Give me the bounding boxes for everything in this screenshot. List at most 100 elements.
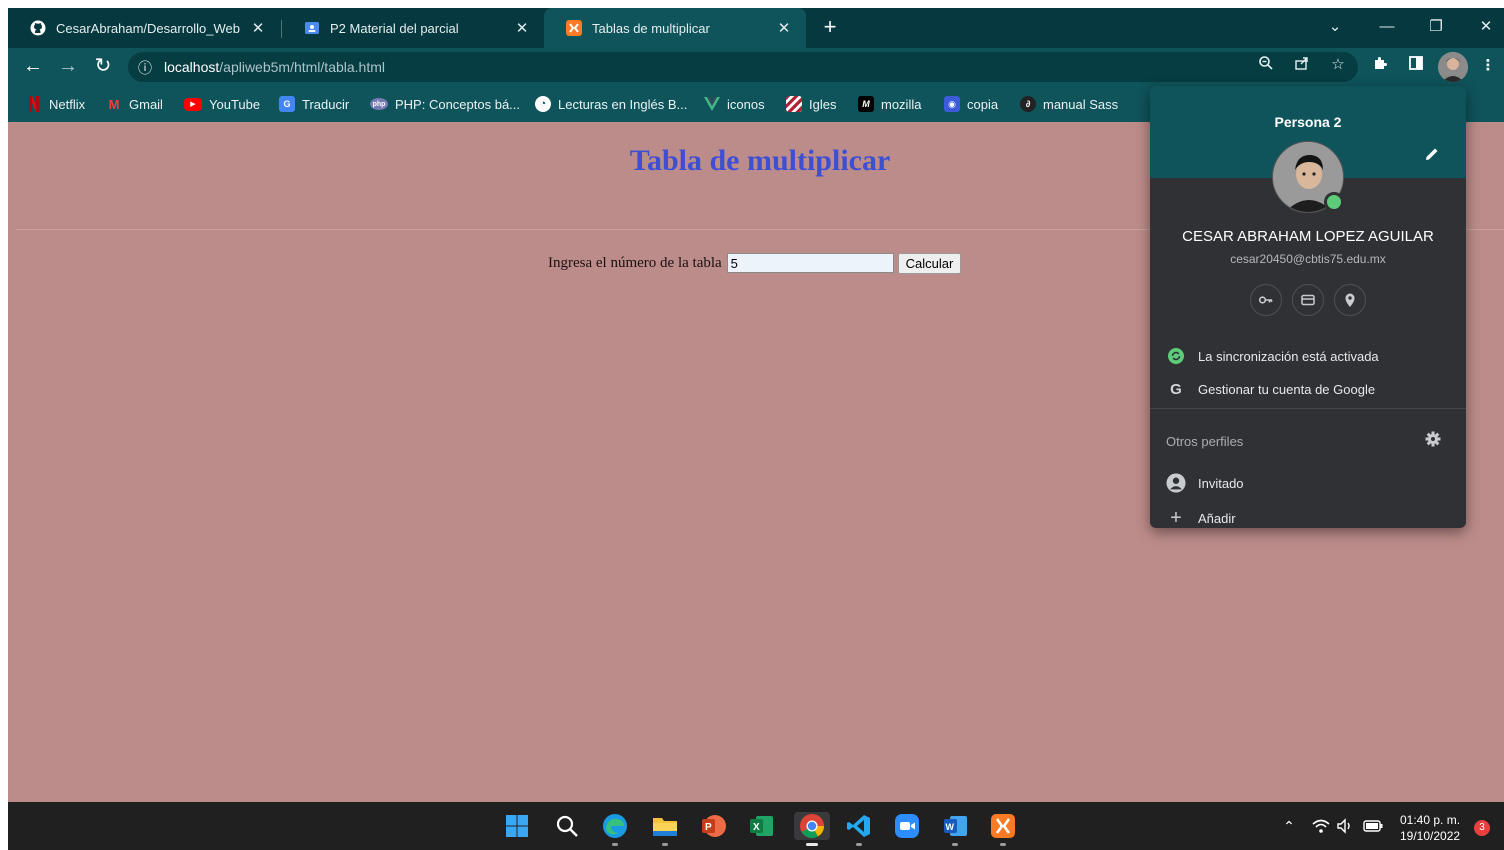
bookmark-traducir[interactable]: G Traducir <box>279 95 349 113</box>
word-icon[interactable]: W <box>940 812 970 846</box>
svg-text:X: X <box>753 822 760 833</box>
edge-icon[interactable] <box>600 812 630 846</box>
vscode-icon[interactable] <box>844 812 874 846</box>
tray-overflow-icon[interactable]: ⌃ <box>1274 812 1304 840</box>
windows-start-icon[interactable] <box>502 812 532 840</box>
forward-button[interactable]: → <box>55 54 81 80</box>
bookmark-sass[interactable]: ∂ manual Sass <box>1020 95 1118 113</box>
other-profiles-label: Otros perfiles <box>1166 434 1244 449</box>
passwords-button[interactable] <box>1250 284 1282 316</box>
translate-icon: G <box>279 96 295 112</box>
side-panel-icon[interactable] <box>1404 55 1428 79</box>
bookmark-copia[interactable]: ◉ copia <box>944 95 998 113</box>
key-icon <box>1258 296 1273 304</box>
excel-icon[interactable]: X <box>746 812 776 840</box>
chrome-icon[interactable] <box>794 812 830 846</box>
profile-name: Persona 2 <box>1274 114 1342 130</box>
account-full-name: CESAR ABRAHAM LOPEZ AGUILAR <box>1182 228 1434 245</box>
tab-title: CesarAbraham/Desarrollo_Web <box>56 20 241 36</box>
gear-icon[interactable] <box>1424 430 1444 450</box>
form-label: Ingresa el número de la tabla <box>548 254 722 271</box>
copy-icon: ◉ <box>944 96 960 112</box>
classroom-icon <box>304 20 320 36</box>
active-indicator <box>806 843 818 846</box>
zoom-icon[interactable] <box>1254 55 1278 79</box>
search-icon[interactable] <box>552 812 582 840</box>
running-indicator <box>1000 843 1006 846</box>
windows-taskbar: P X W ⌃ 01:40 p. m. 19/10/2022 3 <box>8 802 1504 850</box>
netflix-icon <box>26 96 42 112</box>
add-profile-row[interactable]: + Añadir <box>1166 506 1235 529</box>
extensions-icon[interactable] <box>1368 55 1392 79</box>
bookmark-lecturas[interactable]: ◔ Lecturas en Inglés B... <box>535 95 687 113</box>
flag-icon <box>786 96 802 112</box>
calculate-button[interactable]: Calcular <box>897 252 962 274</box>
bookmark-php[interactable]: php PHP: Conceptos bá... <box>370 95 520 113</box>
tab-search-button[interactable]: ⌄ <box>1320 14 1350 42</box>
close-icon[interactable]: ✕ <box>248 19 268 37</box>
info-icon[interactable]: ⓘ <box>138 58 152 78</box>
vue-icon <box>704 96 720 112</box>
location-pin-icon <box>1345 293 1355 307</box>
php-icon: php <box>370 98 388 110</box>
new-tab-button[interactable]: + <box>816 15 844 41</box>
sync-badge-icon <box>1324 192 1344 212</box>
bookmark-mozilla[interactable]: M mozilla <box>858 95 921 113</box>
minimize-button[interactable]: — <box>1372 14 1402 42</box>
tab-strip: CesarAbraham/Desarrollo_Web ✕ P2 Materia… <box>8 8 1504 48</box>
powerpoint-icon[interactable]: P <box>698 812 728 840</box>
bookmark-iconos[interactable]: iconos <box>704 95 765 113</box>
bookmark-igles[interactable]: Igles <box>786 95 836 113</box>
volume-icon[interactable] <box>1330 812 1360 840</box>
github-icon <box>30 20 46 36</box>
menu-icon[interactable]: ⋮ <box>1476 55 1500 79</box>
battery-icon[interactable] <box>1358 812 1388 840</box>
restore-button[interactable]: ❐ <box>1421 14 1451 42</box>
close-icon[interactable]: ✕ <box>774 19 794 37</box>
google-g-icon: G <box>1170 380 1182 398</box>
reload-button[interactable]: ↻ <box>90 54 116 80</box>
edit-pencil-icon[interactable] <box>1422 144 1442 164</box>
profile-menu: Persona 2 CESAR ABRAHAM LOPEZ AGUILAR ce… <box>1150 86 1466 528</box>
table-number-input[interactable] <box>726 253 894 273</box>
gmail-icon: M <box>108 96 120 112</box>
address-bar[interactable]: ⓘ localhost/apliweb5m/html/tabla.html ☆ <box>128 52 1358 82</box>
xampp-taskbar-icon[interactable] <box>988 812 1018 846</box>
credit-card-icon <box>1301 294 1315 306</box>
running-indicator <box>662 843 668 846</box>
clock[interactable]: 01:40 p. m. 19/10/2022 <box>1400 812 1460 844</box>
file-explorer-icon[interactable] <box>650 812 680 846</box>
tab-classroom[interactable]: P2 Material del parcial ✕ <box>282 8 544 48</box>
running-indicator <box>612 843 618 846</box>
zoom-app-icon[interactable] <box>892 812 922 840</box>
tab-title: P2 Material del parcial <box>330 20 459 36</box>
bookmark-netflix[interactable]: Netflix <box>26 95 85 113</box>
browser-window: CesarAbraham/Desarrollo_Web ✕ P2 Materia… <box>8 8 1504 850</box>
globe-icon: ◔ <box>535 96 551 112</box>
svg-text:P: P <box>705 822 712 833</box>
window-close-button[interactable]: ✕ <box>1471 14 1501 42</box>
plus-icon: + <box>1170 506 1182 529</box>
clock-time: 01:40 p. m. <box>1400 813 1461 827</box>
running-indicator <box>952 843 958 846</box>
svg-text:W: W <box>946 822 955 832</box>
profile-avatar-button[interactable] <box>1438 52 1468 82</box>
back-button[interactable]: ← <box>20 54 46 80</box>
share-icon[interactable] <box>1290 55 1314 79</box>
sass-icon: ∂ <box>1020 96 1036 112</box>
tab-github[interactable]: CesarAbraham/Desarrollo_Web ✕ <box>8 8 280 48</box>
tab-tablas[interactable]: Tablas de multiplicar ✕ <box>544 8 806 48</box>
bookmark-star-icon[interactable]: ☆ <box>1326 54 1350 78</box>
manage-account-row[interactable]: G Gestionar tu cuenta de Google <box>1166 378 1375 400</box>
bookmark-youtube[interactable]: ▶ YouTube <box>184 95 260 113</box>
youtube-icon: ▶ <box>184 97 202 111</box>
sync-status-row[interactable]: La sincronización está activada <box>1166 345 1379 367</box>
guest-profile-row[interactable]: Invitado <box>1166 472 1244 494</box>
mdn-icon: M <box>858 96 874 112</box>
popup-divider <box>1150 408 1466 409</box>
payment-methods-button[interactable] <box>1292 284 1324 316</box>
close-icon[interactable]: ✕ <box>512 19 532 37</box>
addresses-button[interactable] <box>1334 284 1366 316</box>
bookmark-gmail[interactable]: M Gmail <box>106 95 163 113</box>
notification-badge[interactable]: 3 <box>1474 820 1490 836</box>
